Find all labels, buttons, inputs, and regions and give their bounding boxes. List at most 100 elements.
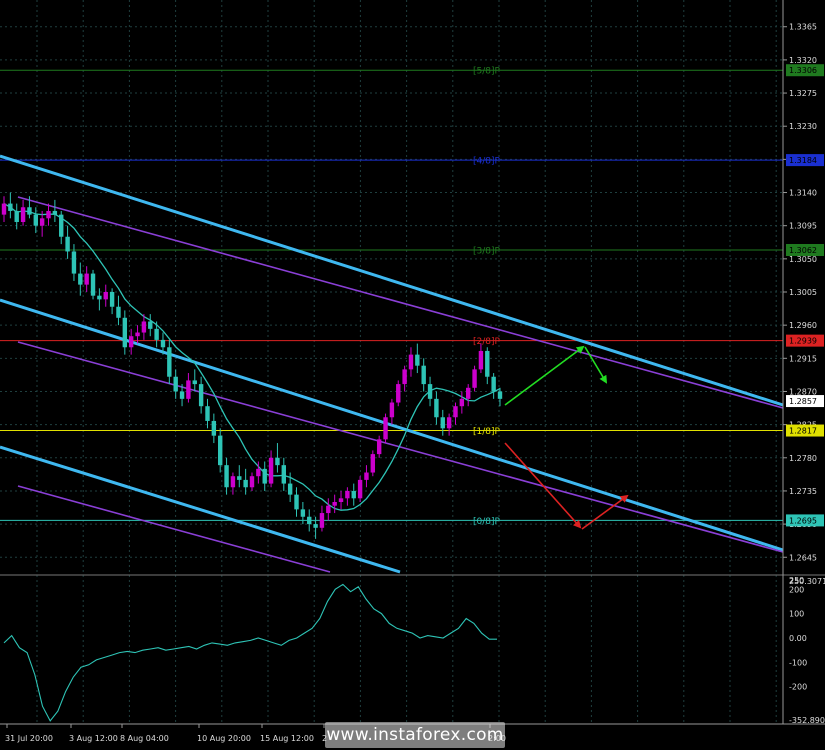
- candle-body: [491, 376, 496, 392]
- candle-body: [90, 273, 96, 296]
- price-tick-label: 1.3365: [789, 23, 817, 32]
- candle-body: [109, 292, 115, 307]
- murrey-level-label: [3/8]P: [473, 247, 501, 257]
- level-price-label: 1.2817: [789, 427, 817, 436]
- level-price-label: 1.2939: [789, 337, 817, 346]
- level-price-label: 1.3062: [789, 246, 817, 255]
- candle: [370, 450, 376, 477]
- indicator-tick-label: 100: [789, 610, 804, 619]
- candle-body: [173, 376, 178, 392]
- level-price-label: 1.3184: [789, 156, 817, 165]
- candle-body: [122, 317, 128, 348]
- candle-body: [211, 420, 217, 436]
- candle-body: [148, 321, 153, 329]
- price-tick-label: 1.2645: [789, 553, 817, 562]
- candle-body: [383, 417, 388, 440]
- price-tick-label: 1.2915: [789, 354, 817, 363]
- candle-body: [319, 513, 325, 528]
- candle-body: [71, 251, 77, 274]
- candle-body: [332, 502, 337, 506]
- murrey-level-label: [0/8]P: [473, 517, 501, 527]
- indicator-tick-label: 0.00: [789, 634, 807, 643]
- candle-body: [8, 203, 13, 211]
- candle-body: [402, 369, 407, 385]
- candle: [357, 476, 363, 502]
- candle-body: [205, 406, 210, 421]
- candle-body: [186, 380, 191, 399]
- candle-body: [497, 391, 503, 399]
- candle-body: [338, 498, 344, 502]
- candle-body: [351, 490, 356, 499]
- candle-body: [307, 516, 312, 525]
- candle-body: [281, 465, 286, 484]
- watermark: www.instaforex.com: [325, 722, 505, 748]
- candle-body: [135, 332, 140, 337]
- indicator-tick-label: 250: [789, 576, 804, 585]
- candle-body: [65, 236, 70, 252]
- current-price-label: 1.2857: [789, 397, 817, 406]
- candle-body: [224, 465, 229, 488]
- candle-body: [1, 203, 7, 215]
- price-tick-label: 1.3320: [789, 56, 817, 65]
- candle-body: [237, 476, 242, 480]
- time-tick-label: 31 Jul 20:00: [5, 734, 53, 743]
- murrey-level-label: [4/8]P: [473, 157, 501, 167]
- indicator-tick-label: -100: [789, 658, 807, 667]
- candle-body: [472, 369, 477, 388]
- price-tick-label: 1.2735: [789, 487, 817, 496]
- candle-body: [27, 207, 32, 215]
- candle-body: [97, 295, 102, 300]
- price-tick-label: 1.2780: [789, 454, 817, 463]
- candle-body: [33, 214, 38, 226]
- candle: [383, 413, 388, 444]
- candle-body: [287, 483, 293, 495]
- candle: [472, 365, 477, 392]
- candle-body: [103, 292, 108, 300]
- candle-body: [249, 476, 255, 488]
- candle-body: [78, 273, 83, 285]
- candle-body: [434, 398, 439, 418]
- candle-body: [357, 479, 363, 499]
- candle-body: [446, 417, 452, 429]
- candle-body: [300, 509, 306, 517]
- time-tick-label: 3 Aug 12:00: [69, 734, 118, 743]
- candle-body: [466, 387, 471, 399]
- price-chart: [5/8]P [4/8]P [3/8]P [2/8]P [1/8]P [0/8]P 1.3…: [0, 0, 825, 750]
- candle-body: [408, 354, 414, 370]
- candle-body: [326, 505, 331, 514]
- candle-body: [427, 384, 433, 399]
- candle-body: [364, 472, 369, 480]
- murrey-level-label: [2/8]P: [473, 337, 501, 347]
- candle-body: [345, 490, 350, 499]
- time-tick-label: 8 Aug 04:00: [120, 734, 169, 743]
- candle-body: [262, 468, 267, 484]
- candle-body: [421, 365, 426, 385]
- candle-body: [415, 354, 420, 366]
- candle-body: [160, 339, 166, 348]
- price-tick-label: 1.3275: [789, 89, 817, 98]
- level-price-label: 1.3306: [789, 66, 817, 75]
- candle-body: [198, 384, 204, 407]
- candle-body: [376, 439, 382, 455]
- candle-body: [459, 398, 465, 407]
- candle-body: [396, 384, 401, 403]
- candle-body: [39, 218, 45, 226]
- candle-body: [128, 336, 134, 348]
- time-tick-label: 10 Aug 20:00: [197, 734, 251, 743]
- murrey-level-label: [5/8]P: [473, 67, 501, 77]
- price-tick-label: 1.3230: [789, 122, 817, 131]
- murrey-level-label: [1/8]P: [473, 427, 501, 437]
- candle-body: [59, 214, 64, 237]
- candle-body: [485, 350, 490, 377]
- candle-body: [14, 210, 19, 222]
- candle-body: [478, 350, 484, 370]
- candle-body: [167, 347, 172, 377]
- level-price-label: 1.2695: [789, 516, 817, 525]
- candle-body: [294, 494, 299, 510]
- candle: [396, 380, 401, 407]
- price-tick-label: 1.3140: [789, 189, 817, 198]
- time-tick-label: 15 Aug 12:00: [260, 734, 314, 743]
- candle-body: [141, 321, 147, 333]
- candle-body: [370, 454, 376, 473]
- candle-body: [20, 207, 26, 222]
